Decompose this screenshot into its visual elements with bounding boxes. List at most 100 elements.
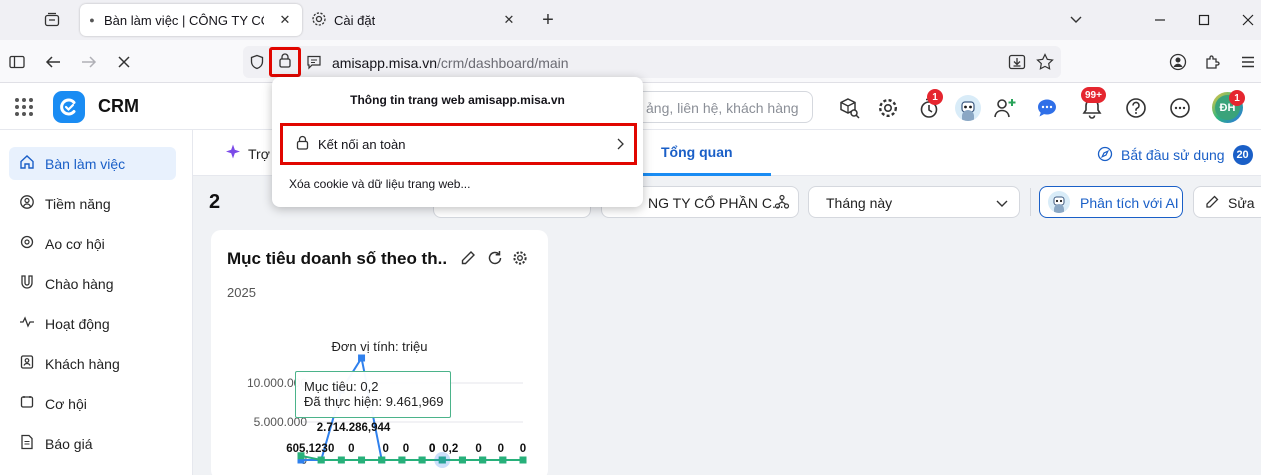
robot-avatar-icon[interactable] bbox=[955, 95, 981, 121]
tab-overview[interactable]: Tổng quan bbox=[661, 144, 733, 160]
chart-data-label: 0 bbox=[498, 443, 504, 455]
sidebar-item-label: Bàn làm việc bbox=[45, 155, 126, 172]
sidebar-item-activities[interactable]: Hoạt động bbox=[9, 307, 176, 340]
global-search-input[interactable]: ảng, liên hệ, khách hàng bbox=[617, 91, 813, 123]
chart-point bbox=[378, 456, 386, 464]
site-info-lock-button[interactable] bbox=[269, 47, 301, 77]
gear-icon bbox=[304, 11, 334, 30]
app-launcher-grid-icon[interactable] bbox=[14, 97, 34, 122]
chart-point bbox=[358, 354, 366, 362]
chart-point bbox=[418, 456, 426, 464]
app-brand: CRM bbox=[98, 96, 139, 116]
chart-point bbox=[458, 456, 466, 464]
tab-title: Bàn làm việc | CÔNG TY CỔ PHẦ bbox=[104, 12, 264, 28]
close-tab-icon[interactable]: ✕ bbox=[276, 11, 294, 29]
add-user-icon[interactable] bbox=[992, 95, 1018, 121]
url-path: /crm/dashboard/main bbox=[437, 55, 569, 71]
tracking-protection-shield-icon[interactable] bbox=[249, 54, 265, 75]
sales-target-chart: 10.000.0005.000.0000605,123002.714.286,9… bbox=[247, 354, 527, 468]
chart-series-line bbox=[300, 454, 523, 461]
chart-data-label: 0 bbox=[429, 443, 435, 455]
dashboard-count: 2 bbox=[209, 191, 221, 213]
page-permissions-icon[interactable] bbox=[306, 54, 322, 75]
sidebar-item-workspace[interactable]: Bàn làm việc bbox=[9, 147, 176, 180]
active-tab-underline bbox=[643, 173, 771, 176]
sidebar-item-quotes[interactable]: Báo giá bbox=[9, 427, 176, 460]
bookmark-star-icon[interactable] bbox=[1036, 53, 1054, 76]
tab-overflow-chevron-icon[interactable] bbox=[1062, 8, 1090, 32]
chart-point bbox=[499, 456, 507, 464]
chart-data-label: 0 bbox=[328, 443, 334, 455]
chat-bubble-icon[interactable] bbox=[1034, 95, 1060, 121]
chart-point bbox=[519, 456, 527, 464]
toolbar-divider bbox=[1030, 188, 1031, 216]
sidebar-item-offers[interactable]: Chào hàng bbox=[9, 267, 176, 300]
chart-data-label: 0 bbox=[348, 443, 354, 455]
period-filter-label: Tháng này bbox=[826, 195, 893, 211]
getting-started-link[interactable]: Bắt đầu sử dụng 20 bbox=[1097, 145, 1253, 165]
browser-tab-bar: ● Bàn làm việc | CÔNG TY CỔ PHẦ ✕ Cài đặ… bbox=[0, 0, 1261, 40]
sidebar-item-opportunities[interactable]: Cơ hội bbox=[9, 387, 176, 420]
chart-point bbox=[317, 456, 325, 464]
new-tab-button[interactable]: + bbox=[536, 9, 560, 31]
pool-icon bbox=[9, 234, 45, 253]
magnet-icon bbox=[9, 274, 45, 293]
getting-started-label: Bắt đầu sử dụng bbox=[1121, 147, 1225, 163]
customer-icon bbox=[9, 354, 45, 373]
sidebar-item-label: Báo giá bbox=[45, 435, 93, 452]
clear-cookies-button[interactable]: Xóa cookie và dữ liệu trang web... bbox=[289, 177, 470, 191]
company-filter-label: NG TY CỔ PHẦN C... bbox=[648, 195, 784, 211]
edit-dashboard-button[interactable]: Sửa bbox=[1193, 186, 1261, 218]
sidebar-item-label: Hoạt động bbox=[45, 315, 110, 332]
extensions-puzzle-icon[interactable] bbox=[1200, 49, 1226, 75]
ai-button-label: Phân tích với AI bbox=[1080, 195, 1179, 211]
analyze-with-ai-button[interactable]: Phân tích với AI bbox=[1039, 186, 1183, 218]
settings-gear-icon[interactable] bbox=[875, 95, 901, 121]
close-tab-icon[interactable]: ✕ bbox=[500, 11, 518, 29]
target-icon bbox=[9, 194, 45, 213]
more-options-icon[interactable] bbox=[1167, 95, 1193, 121]
help-question-icon[interactable] bbox=[1123, 95, 1149, 121]
sidebar-item-label: Chào hàng bbox=[45, 275, 114, 292]
product-box-search-icon[interactable] bbox=[836, 95, 862, 121]
tab-settings[interactable]: Cài đặt ✕ bbox=[304, 4, 526, 36]
install-app-icon[interactable] bbox=[1008, 53, 1026, 76]
tab-assistant[interactable]: Trợ l bbox=[224, 143, 277, 164]
compass-icon bbox=[1097, 146, 1113, 165]
forward-arrow-icon[interactable] bbox=[76, 49, 102, 75]
org-tree-icon bbox=[774, 194, 790, 213]
sidebar-item-customers[interactable]: Khách hàng bbox=[9, 347, 176, 380]
crm-logo-icon[interactable] bbox=[53, 91, 85, 123]
secure-connection-button[interactable]: Kết nối an toàn bbox=[280, 123, 637, 165]
sidebar-toggle-icon[interactable] bbox=[4, 49, 30, 75]
sidebar: Bàn làm việc Tiềm năng Ao cơ hội Chào hà… bbox=[0, 130, 193, 475]
back-arrow-icon[interactable] bbox=[40, 49, 66, 75]
lock-icon bbox=[278, 52, 292, 73]
tooltip-target: Mục tiêu: 0,2 bbox=[304, 379, 379, 394]
period-filter-select[interactable]: Tháng này bbox=[808, 186, 1020, 218]
account-icon[interactable] bbox=[1165, 49, 1191, 75]
avatar-badge: 1 bbox=[1229, 90, 1245, 106]
sidebar-item-opportunity-pool[interactable]: Ao cơ hội bbox=[9, 227, 176, 260]
chart-point bbox=[479, 456, 487, 464]
chart-tooltip: Mục tiêu: 0,2 Đã thực hiện: 9.461,969 bbox=[295, 371, 451, 418]
sidebar-item-label: Cơ hội bbox=[45, 395, 87, 412]
timer-badge: 1 bbox=[927, 89, 943, 105]
tab-favicon-icon: ● bbox=[89, 15, 95, 25]
chart-data-label: 0 bbox=[475, 443, 481, 455]
hamburger-menu-icon[interactable] bbox=[1235, 49, 1261, 75]
lock-icon bbox=[286, 135, 318, 153]
address-bar[interactable]: amisapp.misa.vn/crm/dashboard/main bbox=[243, 46, 1061, 78]
maximize-window-icon[interactable] bbox=[1190, 8, 1218, 32]
close-window-icon[interactable] bbox=[1234, 8, 1261, 32]
chart-data-label: 0 bbox=[520, 443, 526, 455]
minimize-window-icon[interactable] bbox=[1146, 8, 1174, 32]
chart-data-label: 0 bbox=[403, 443, 409, 455]
stop-loading-icon[interactable] bbox=[111, 49, 137, 75]
chevron-right-icon bbox=[616, 138, 624, 153]
tab-list-icon[interactable] bbox=[40, 9, 64, 31]
site-info-popup: Thông tin trang web amisapp.misa.vn Kết … bbox=[272, 77, 643, 207]
sidebar-item-leads[interactable]: Tiềm năng bbox=[9, 187, 176, 220]
tab-dashboard[interactable]: ● Bàn làm việc | CÔNG TY CỔ PHẦ ✕ bbox=[80, 4, 302, 36]
sidebar-item-label: Ao cơ hội bbox=[45, 235, 105, 252]
